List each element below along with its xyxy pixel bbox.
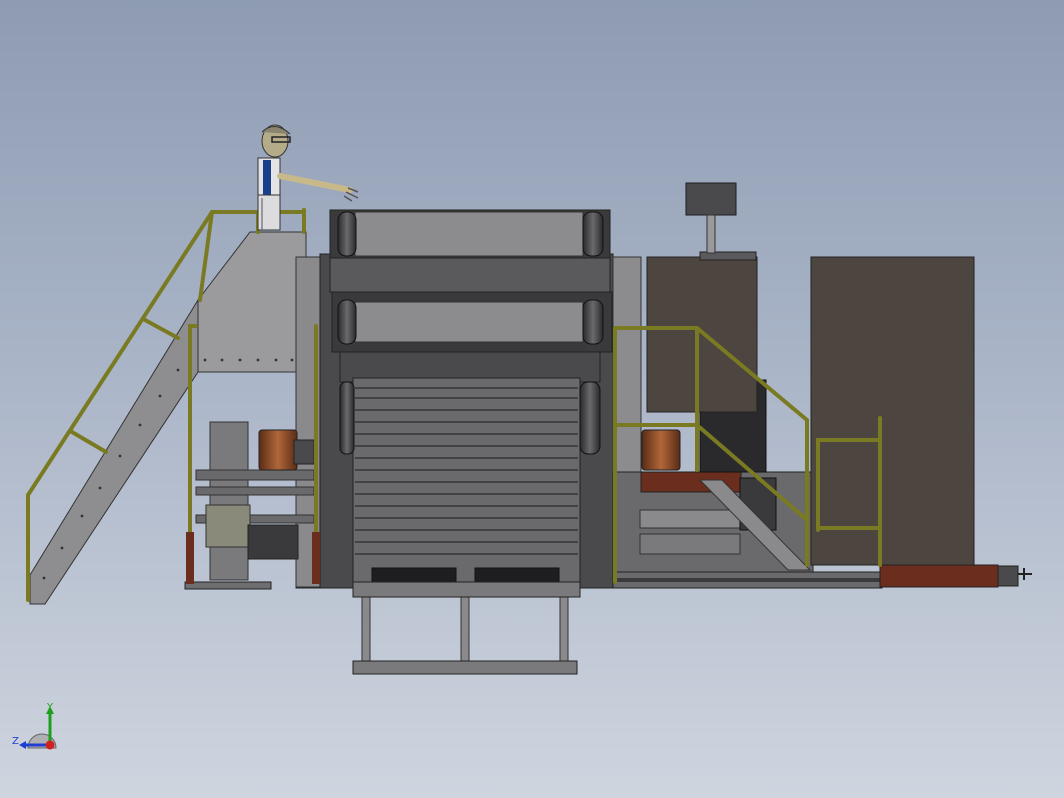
y-axis-label: Y: [46, 702, 54, 713]
right-gear-drum: [641, 429, 681, 471]
support-legs: [352, 596, 578, 675]
z-axis-label: Z: [12, 736, 19, 747]
cad-viewport[interactable]: Y Z: [0, 0, 1064, 798]
tall-enclosure: [810, 256, 975, 566]
coordinate-triad: Y Z: [12, 702, 57, 750]
dryer-drum-stack: [319, 209, 642, 598]
control-panel-monitor: [685, 182, 737, 254]
left-gear-drum: [258, 429, 298, 471]
cad-model-view: Y Z: [12, 124, 1032, 750]
